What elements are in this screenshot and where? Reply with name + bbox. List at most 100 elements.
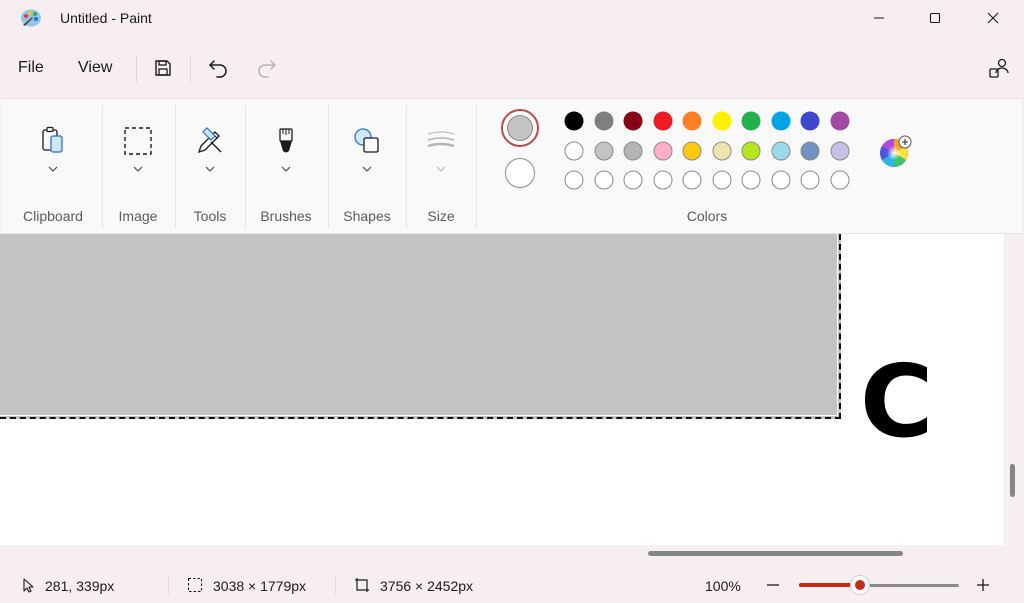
zoom-out-icon[interactable] [765, 577, 781, 593]
close-button[interactable] [964, 0, 1022, 36]
status-divider [168, 576, 169, 594]
color-swatch[interactable] [800, 111, 820, 131]
edit-colors-button[interactable] [878, 135, 912, 169]
group-divider [328, 105, 329, 229]
empty-color-slot[interactable] [800, 170, 820, 190]
clipboard-icon [42, 126, 63, 153]
selection-border [0, 234, 838, 416]
color-swatch[interactable] [564, 111, 584, 131]
chevron-down-icon[interactable] [48, 165, 58, 173]
redo-button[interactable] [254, 55, 280, 81]
canvas-size: 3756 × 2452px [380, 578, 474, 594]
maximize-button[interactable] [906, 0, 964, 36]
empty-color-slot[interactable] [741, 170, 761, 190]
view-menu[interactable]: View [78, 59, 112, 77]
chevron-down-icon[interactable] [133, 165, 143, 173]
color-swatch[interactable] [623, 141, 643, 160]
group-divider [102, 105, 103, 229]
image-select-button[interactable] [122, 125, 154, 157]
shapes-icon [354, 128, 379, 153]
group-divider [406, 105, 407, 229]
vertical-scroll-thumb[interactable] [1010, 464, 1015, 497]
empty-color-slot[interactable] [564, 170, 584, 190]
minimize-button[interactable] [850, 0, 908, 36]
empty-color-slot[interactable] [712, 170, 731, 190]
image-group-label: Image [118, 208, 158, 224]
color-swatch[interactable] [830, 141, 849, 160]
chevron-down-icon[interactable] [205, 165, 215, 173]
maximize-icon [929, 12, 941, 24]
color-swatch[interactable] [771, 141, 790, 160]
canvas-letter: C [860, 343, 934, 460]
clipboard-button[interactable] [37, 125, 69, 157]
paint-app-icon [20, 8, 42, 28]
color-swatch[interactable] [800, 141, 820, 160]
color-swatch[interactable] [594, 141, 613, 160]
color-swatch[interactable] [653, 141, 672, 160]
status-divider [335, 576, 336, 594]
selection-size-icon [187, 577, 203, 593]
color-swatch[interactable] [653, 111, 672, 131]
zoom-slider-thumb-dot [854, 580, 865, 590]
menu-bar: File View [0, 44, 1024, 92]
minimize-icon [874, 17, 884, 19]
group-divider [476, 105, 477, 229]
chevron-down-icon[interactable] [362, 165, 372, 173]
size-group-label: Size [427, 208, 455, 224]
empty-color-slot[interactable] [682, 170, 702, 190]
group-divider [245, 105, 246, 229]
vertical-scrollbar[interactable] [1004, 234, 1022, 545]
color-swatch[interactable] [741, 111, 761, 131]
empty-color-slot[interactable] [653, 170, 672, 190]
brushes-group-label: Brushes [260, 208, 312, 224]
canvas-size-icon [355, 578, 369, 592]
color-swatch[interactable] [564, 141, 584, 160]
zoom-level[interactable]: 100% [705, 578, 741, 594]
title-bar: Untitled - Paint [0, 0, 1024, 36]
line-width-icon [427, 131, 455, 148]
zoom-slider-thumb[interactable] [849, 575, 870, 595]
empty-color-slot[interactable] [771, 170, 790, 190]
shapes-button[interactable] [351, 125, 383, 157]
empty-color-slot[interactable] [830, 170, 849, 190]
zoom-in-icon[interactable] [975, 577, 991, 593]
color-swatch[interactable] [682, 111, 702, 131]
clipboard-group-label: Clipboard [23, 208, 83, 224]
color-swatch[interactable] [594, 111, 613, 131]
undo-button[interactable] [205, 55, 231, 81]
color-swatch[interactable] [741, 141, 761, 160]
colors-group-label: Colors [686, 208, 728, 224]
brush-icon [279, 128, 293, 153]
cursor-pointer-icon [23, 578, 34, 593]
color-swatch[interactable] [830, 111, 849, 131]
color-swatch[interactable] [712, 141, 731, 160]
color-swatch[interactable] [712, 111, 731, 131]
color-swatch[interactable] [682, 141, 702, 160]
color-swatch[interactable] [771, 111, 790, 131]
drawing-canvas[interactable]: C [0, 234, 1004, 545]
selection-size: 3038 × 1779px [213, 578, 307, 594]
undo-icon [209, 60, 227, 78]
tools-group-label: Tools [193, 208, 227, 224]
empty-color-slot[interactable] [594, 170, 613, 190]
save-button[interactable] [150, 55, 176, 81]
selection-rectangle[interactable] [0, 234, 841, 419]
selection-icon [124, 127, 152, 155]
account-icon [989, 58, 1009, 78]
menu-divider [136, 56, 137, 82]
file-menu[interactable]: File [18, 59, 44, 77]
window-title: Untitled - Paint [60, 10, 152, 26]
pencil-eraser-icon [197, 127, 222, 154]
horizontal-scroll-thumb[interactable] [648, 551, 903, 556]
brushes-button[interactable] [270, 125, 302, 157]
size-button[interactable] [425, 125, 457, 157]
account-button[interactable] [986, 55, 1012, 81]
tools-button[interactable] [194, 125, 226, 157]
chevron-down-icon[interactable] [436, 165, 446, 173]
primary-color-button[interactable] [501, 109, 539, 147]
empty-color-slot[interactable] [623, 170, 643, 190]
cursor-position: 281, 339px [45, 578, 115, 594]
color-swatch[interactable] [623, 111, 643, 131]
secondary-color-button[interactable] [505, 158, 535, 188]
chevron-down-icon[interactable] [281, 165, 291, 173]
